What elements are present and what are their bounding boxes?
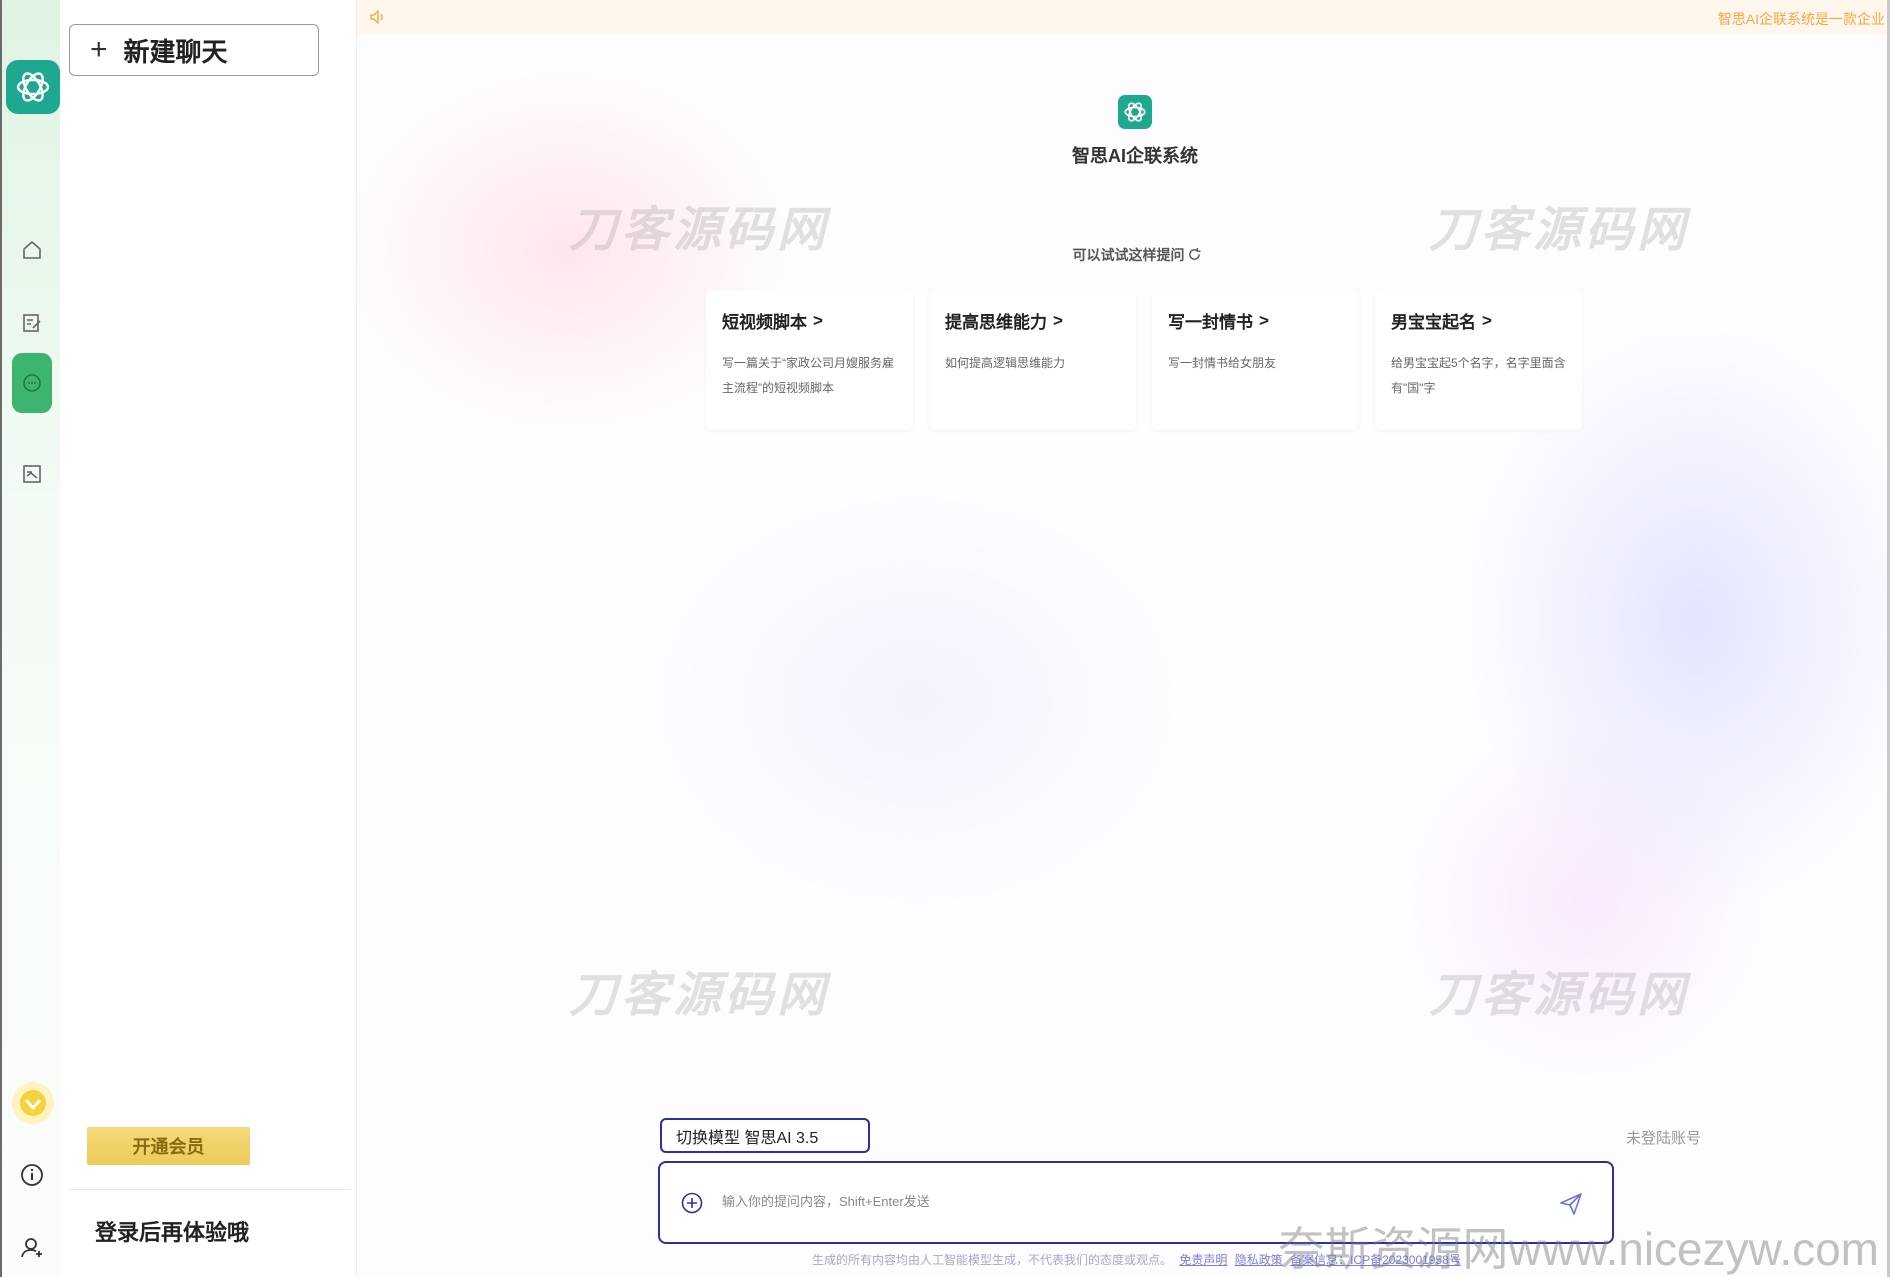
home-icon[interactable] <box>12 230 52 270</box>
user-icon[interactable] <box>12 1228 52 1268</box>
chevron-right-icon: > <box>1053 310 1063 330</box>
info-icon[interactable] <box>12 1155 52 1195</box>
chevron-right-icon: > <box>1482 310 1492 330</box>
chevron-right-icon: > <box>1259 310 1269 330</box>
brand-logo-icon <box>1118 95 1152 129</box>
new-chat-label: 新建聊天 <box>123 36 228 67</box>
privacy-link[interactable]: 隐私政策 <box>1235 1253 1283 1267</box>
card-title: 短视频脚本 > <box>722 308 897 333</box>
prompt-suggestions-heading: 可以试试这样提问 <box>1027 245 1247 265</box>
footer-disclaimer: 生成的所有内容均由人工智能模型生成，不代表我们的态度或观点。 <box>812 1253 1173 1267</box>
watermark-text: 刀客源码网 <box>569 204 830 257</box>
card-title: 男宝宝起名 > <box>1391 308 1566 333</box>
card-title-text: 短视频脚本 <box>722 313 807 332</box>
plus-icon: + <box>90 33 108 66</box>
vip-icon[interactable] <box>12 1082 54 1124</box>
chevron-right-icon: > <box>813 310 823 330</box>
card-description: 写一封情书给女朋友 <box>1168 356 1277 370</box>
edit-note-icon[interactable] <box>12 303 52 343</box>
main-area: 智思AI企联系统是一款企业 刀客源码网 刀客源码网 刀客源码网 刀客源码网 智思… <box>357 0 1890 1277</box>
app-window: + 新建聊天 开通会员 登录后再体验哦 智思AI企联系统是一款企业 刀客源码网 … <box>0 0 1890 1277</box>
prompt-card[interactable]: 男宝宝起名 > 给男宝宝起5个名字，名字里面含有"国"字 <box>1375 290 1582 430</box>
prompt-card[interactable]: 提高思维能力 > 如何提高逻辑思维能力 <box>929 290 1136 430</box>
watermark-text: 刀客源码网 <box>569 969 830 1022</box>
notice-bar: 智思AI企联系统是一款企业 <box>357 0 1887 35</box>
card-title-text: 写一封情书 <box>1168 313 1253 332</box>
disclaimer-link[interactable]: 免责声明 <box>1179 1253 1227 1267</box>
app-logo-icon[interactable] <box>6 60 60 114</box>
card-title-text: 提高思维能力 <box>945 313 1047 332</box>
card-description: 写一篇关于“家政公司月嫂服务雇主流程”的短视频脚本 <box>722 356 894 395</box>
model-switch-button[interactable]: 切换模型 智思AI 3.5 <box>660 1118 870 1153</box>
card-title: 写一封情书 > <box>1168 308 1343 333</box>
watermark-text: 刀客源码网 <box>1429 204 1690 257</box>
image-icon[interactable] <box>12 454 52 494</box>
speaker-icon <box>369 8 387 31</box>
site-watermark: 奈斯资源网www.nicezyw.com <box>1278 1223 1879 1275</box>
brand-title: 智思AI企联系统 <box>1072 146 1198 166</box>
card-title-text: 男宝宝起名 <box>1391 313 1476 332</box>
new-chat-button[interactable]: + 新建聊天 <box>69 24 319 76</box>
prompt-card[interactable]: 写一封情书 > 写一封情书给女朋友 <box>1152 290 1359 430</box>
card-description: 如何提高逻辑思维能力 <box>945 356 1066 370</box>
login-tip[interactable]: 登录后再体验哦 <box>95 1215 249 1247</box>
refresh-icon[interactable] <box>1187 247 1202 265</box>
divider <box>69 1189 351 1190</box>
card-description: 给男宝宝起5个名字，名字里面含有"国"字 <box>1391 356 1566 395</box>
open-vip-button[interactable]: 开通会员 <box>87 1127 250 1165</box>
notice-text: 智思AI企联系统是一款企业 <box>1717 11 1885 27</box>
card-title: 提高思维能力 > <box>945 308 1120 333</box>
sidebar: + 新建聊天 开通会员 登录后再体验哦 <box>60 0 357 1277</box>
prompt-heading-label: 可以试试这样提问 <box>1072 247 1185 263</box>
chat-icon[interactable] <box>12 353 52 413</box>
prompt-card[interactable]: 短视频脚本 > 写一篇关于“家政公司月嫂服务雇主流程”的短视频脚本 <box>706 290 913 430</box>
icon-rail <box>0 0 60 1277</box>
add-circle-icon[interactable] <box>680 1191 704 1220</box>
account-status: 未登陆账号 <box>1625 1130 1701 1147</box>
watermark-text: 刀客源码网 <box>1429 969 1690 1022</box>
